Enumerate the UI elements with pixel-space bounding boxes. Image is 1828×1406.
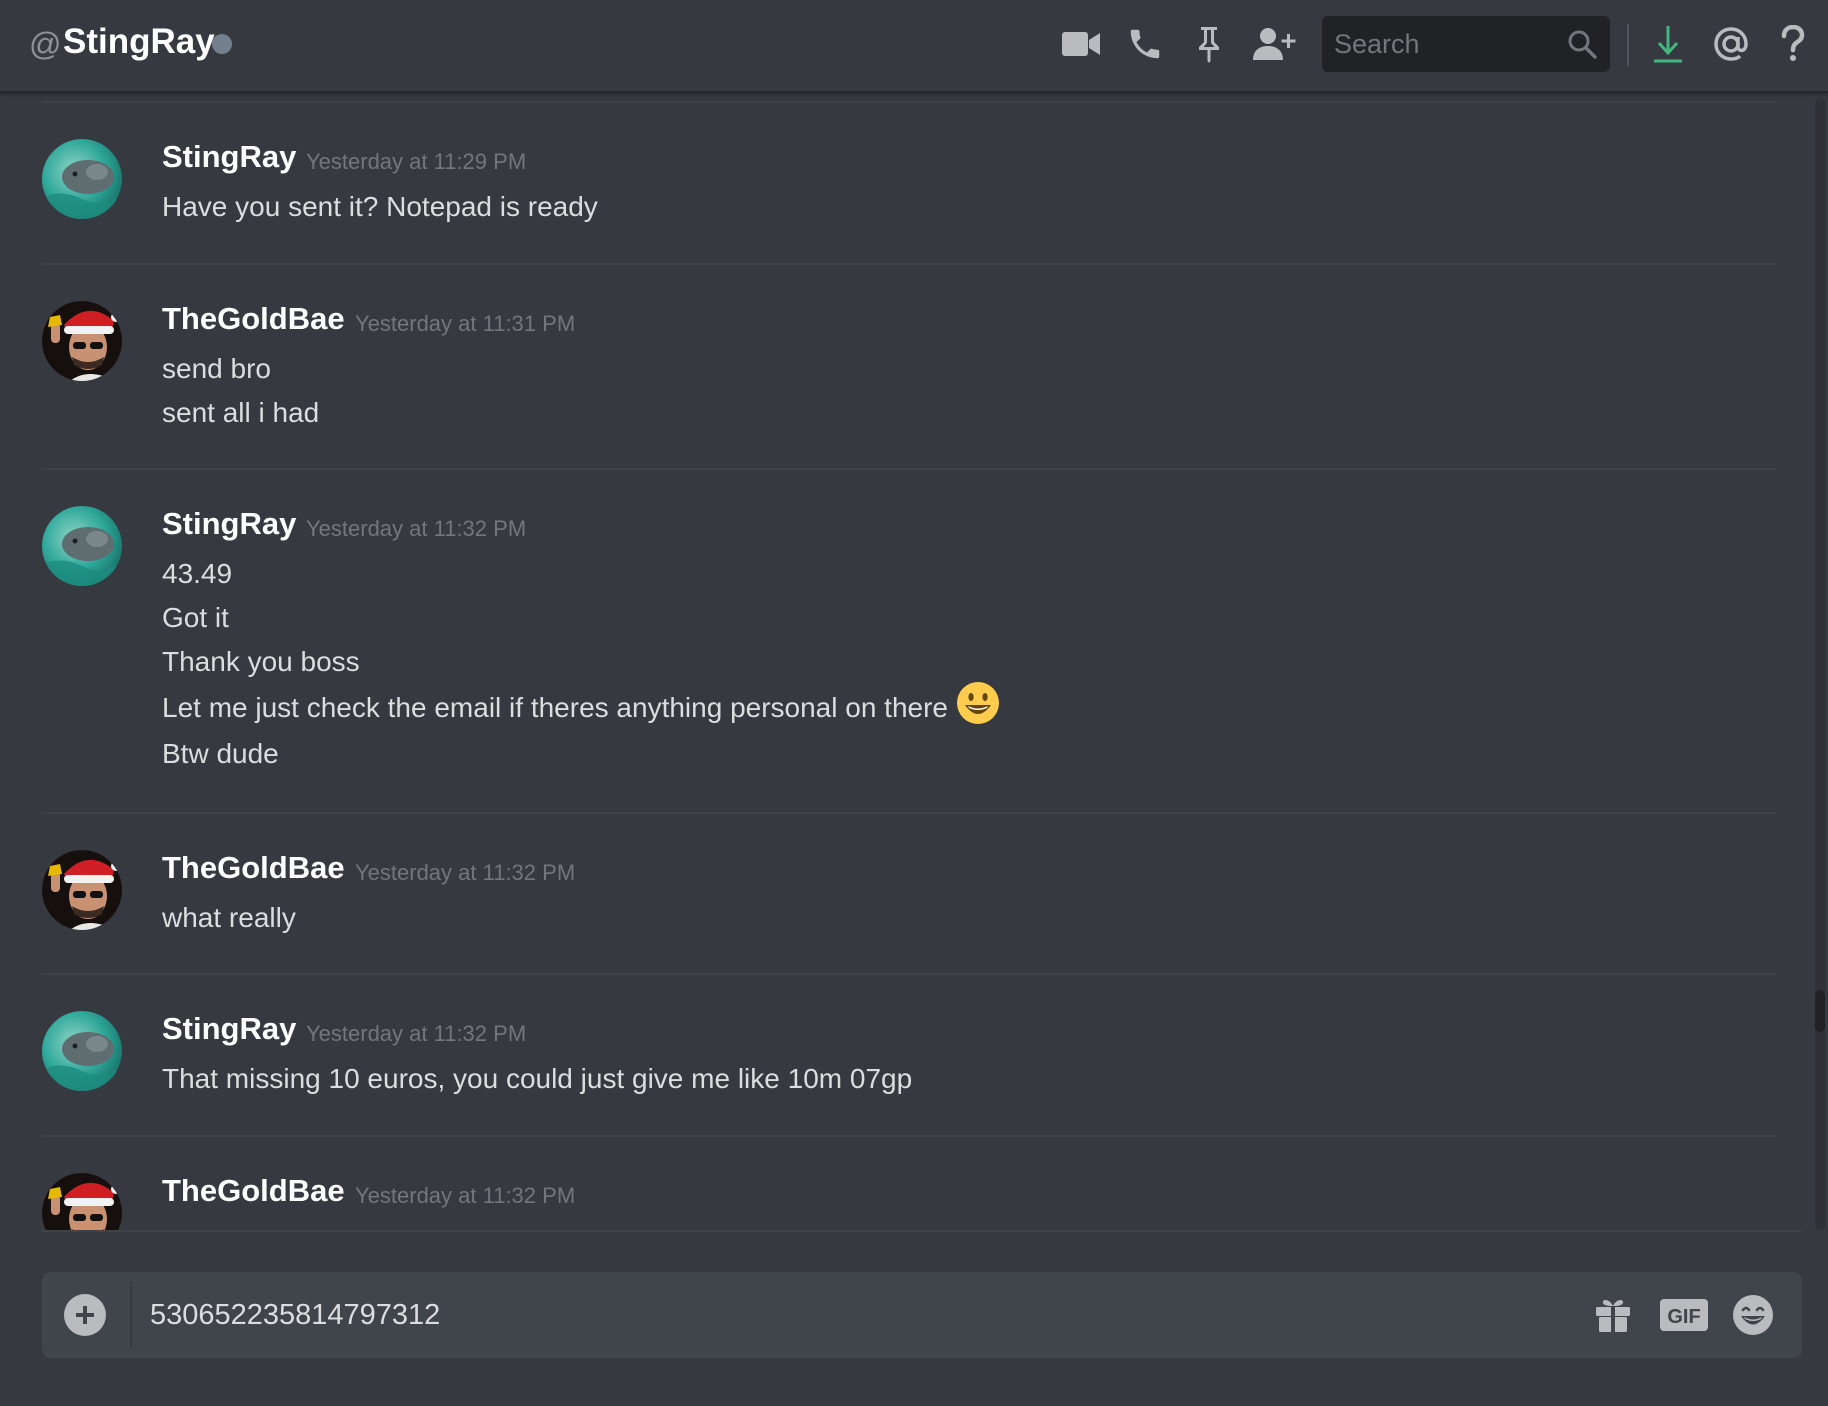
message-text-with-emoji: Let me just check the email if theres an…	[162, 681, 1000, 732]
upload-plus-icon[interactable]	[64, 1294, 106, 1336]
search-icon[interactable]	[1566, 28, 1598, 65]
message-text: sent all i had	[162, 397, 320, 428]
message-author[interactable]: StingRay	[162, 1011, 296, 1047]
at-symbol: @	[29, 26, 62, 62]
gift-icon[interactable]	[1590, 1292, 1636, 1338]
help-icon[interactable]	[1770, 21, 1816, 67]
message-timestamp: Yesterday at 11:31 PM	[355, 311, 576, 336]
message-author[interactable]: StingRay	[162, 506, 296, 542]
message-composer: GIF	[42, 1272, 1802, 1358]
message-divider	[42, 1135, 1776, 1137]
gif-icon[interactable]: GIF	[1656, 1292, 1712, 1338]
message-list[interactable]: StingRay Yesterday at 11:29 PM Have you …	[0, 95, 1828, 1231]
message-timestamp: Yesterday at 11:29 PM	[306, 149, 527, 174]
composer-divider	[42, 1230, 1802, 1232]
search-input[interactable]	[1322, 16, 1562, 72]
goldbae-avatar[interactable]	[42, 301, 122, 381]
message-group: TheGoldBae Yesterday at 11:31 PM send br…	[0, 301, 1800, 461]
svg-text:GIF: GIF	[1667, 1306, 1700, 1328]
message-timestamp: Yesterday at 11:32 PM	[355, 1183, 576, 1208]
message-divider	[42, 812, 1776, 814]
message-group: StingRay Yesterday at 11:32 PM 43.49 Got…	[0, 506, 1800, 806]
add-friend-icon[interactable]	[1250, 21, 1300, 67]
message-timestamp: Yesterday at 11:32 PM	[306, 1021, 527, 1046]
mention-icon[interactable]	[1708, 21, 1754, 67]
message-divider	[42, 973, 1776, 975]
message-group: TheGoldBae Yesterday at 11:32 PM what re…	[0, 850, 1800, 970]
message-group: StingRay Yesterday at 11:29 PM Have you …	[0, 139, 1800, 259]
stingray-avatar[interactable]	[42, 506, 122, 586]
pin-icon[interactable]	[1186, 21, 1232, 67]
emoji-picker-icon[interactable]	[1730, 1292, 1776, 1338]
message-text: Have you sent it? Notepad is ready	[162, 191, 598, 222]
message-group: TheGoldBae Yesterday at 11:32 PM	[0, 1173, 1800, 1231]
message-text: Btw dude	[162, 738, 279, 769]
message-author[interactable]: StingRay	[162, 139, 296, 175]
smiley-emoji[interactable]	[956, 681, 1000, 736]
message-input[interactable]	[150, 1272, 1550, 1358]
message-text: Thank you boss	[162, 646, 360, 677]
channel-name[interactable]: StingRay	[63, 22, 215, 62]
dm-chat-window: @ StingRay Search StingRay Yesterday at …	[0, 0, 1828, 1406]
message-author[interactable]: TheGoldBae	[162, 850, 345, 886]
message-author[interactable]: TheGoldBae	[162, 1173, 345, 1209]
scrollbar-track[interactable]	[1815, 98, 1825, 1230]
message-divider	[42, 263, 1776, 265]
message-text: Let me just check the email if theres an…	[162, 692, 948, 723]
download-icon[interactable]	[1645, 21, 1691, 67]
message-text: what really	[162, 902, 296, 933]
message-timestamp: Yesterday at 11:32 PM	[355, 860, 576, 885]
voice-call-icon[interactable]	[1122, 21, 1168, 67]
message-group: StingRay Yesterday at 11:32 PM That miss…	[0, 1011, 1800, 1131]
message-text: That missing 10 euros, you could just gi…	[162, 1063, 913, 1094]
goldbae-avatar[interactable]	[42, 1173, 122, 1231]
stingray-avatar[interactable]	[42, 1011, 122, 1091]
message-divider	[42, 101, 1776, 103]
header-divider	[1627, 24, 1629, 66]
stingray-avatar[interactable]	[42, 139, 122, 219]
message-author[interactable]: TheGoldBae	[162, 301, 345, 337]
message-text: send bro	[162, 353, 271, 384]
scrollbar-thumb[interactable]	[1815, 990, 1825, 1032]
goldbae-avatar[interactable]	[42, 850, 122, 930]
message-divider	[42, 468, 1776, 470]
composer-separator	[130, 1282, 132, 1348]
message-text: 43.49	[162, 558, 233, 589]
channel-header: @ StingRay	[0, 0, 1828, 93]
search-box[interactable]	[1322, 16, 1610, 72]
message-timestamp: Yesterday at 11:32 PM	[306, 516, 527, 541]
status-indicator-offline	[212, 34, 232, 54]
message-text: Got it	[162, 602, 229, 633]
video-call-icon[interactable]	[1058, 21, 1104, 67]
